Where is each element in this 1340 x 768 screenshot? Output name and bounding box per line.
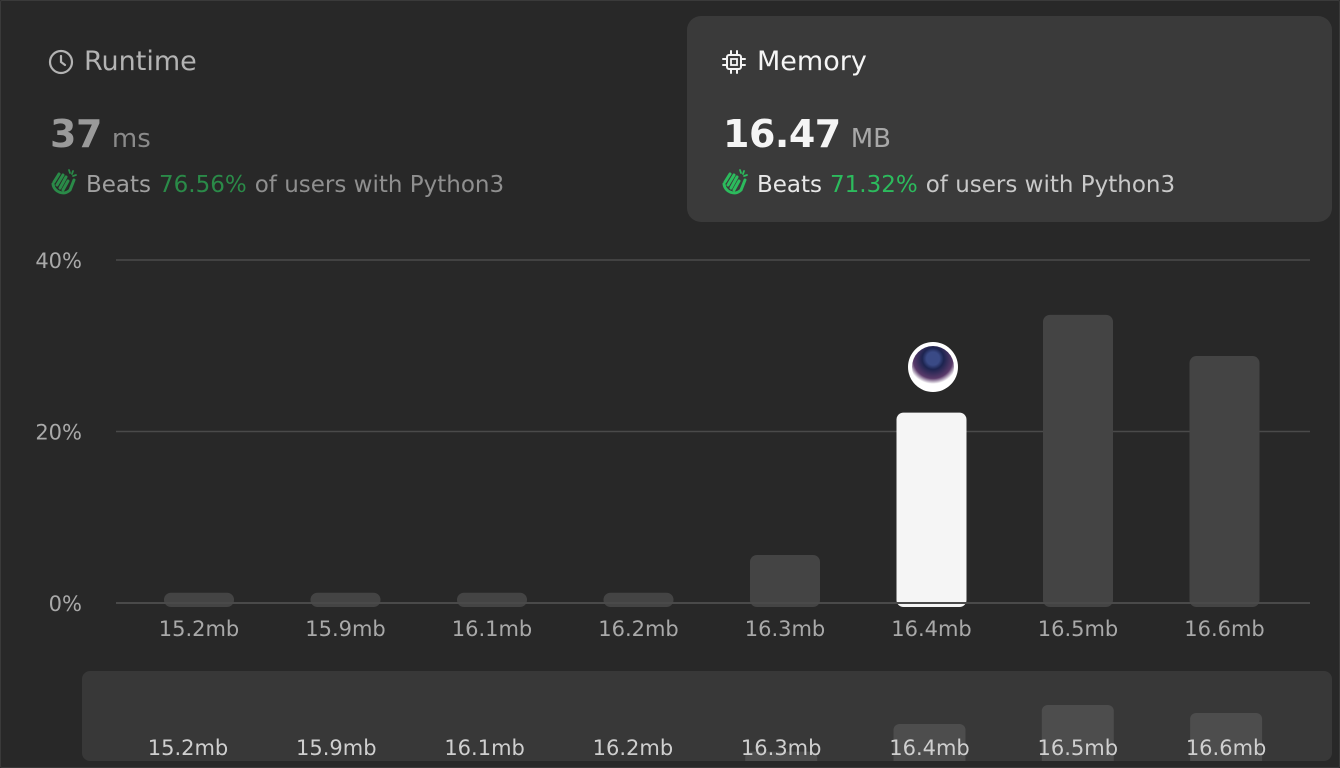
runtime-title-label: Runtime <box>84 46 197 77</box>
bar <box>603 592 674 607</box>
clap-icon <box>719 168 749 202</box>
x-tick-label: 15.2mb <box>159 617 240 641</box>
runtime-beats-percent: 76.56% <box>159 172 247 198</box>
x-tick-label: 16.4mb <box>891 617 972 641</box>
avatar-image <box>912 346 954 388</box>
user-avatar[interactable] <box>908 342 958 392</box>
runtime-beats: Beats 76.56% of users with Python3 <box>48 168 504 202</box>
memory-beats-percent: 71.32% <box>830 172 918 198</box>
x-tick-label: 16.1mb <box>452 617 533 641</box>
overview-svg: 15.2mb 15.9mb 16.1mb 16.2mb 16.3mb 16.4mb 16.5… <box>148 705 1267 761</box>
bar <box>310 592 381 607</box>
chart-svg: 0% 20% 40% 15.2mb 15.9mb 16.1mb 16.2mb 16.3mb 16… <box>35 249 1310 641</box>
y-tick-label: 20% <box>35 421 82 445</box>
overview-tick-label: 16.1mb <box>444 736 525 760</box>
runtime-value: 37 <box>50 112 102 156</box>
x-tick-label: 16.6mb <box>1184 617 1265 641</box>
bar <box>750 554 820 607</box>
y-tick-label: 0% <box>49 592 82 616</box>
y-tick-label: 40% <box>35 249 82 273</box>
overview-tick-label: 16.6mb <box>1186 736 1267 760</box>
memory-beats: Beats 71.32% of users with Python3 <box>719 168 1175 202</box>
memory-beats-label: Beats <box>757 172 823 198</box>
runtime-unit: ms <box>111 124 151 154</box>
memory-card[interactable]: Memory 16.47 MB Beats 71.32% of users wi… <box>687 16 1332 222</box>
x-tick-label: 16.5mb <box>1038 617 1119 641</box>
bar <box>1189 356 1260 607</box>
overview-tick-label: 15.9mb <box>296 736 377 760</box>
memory-title: Memory <box>721 46 867 77</box>
overview-tick-label: 16.3mb <box>741 736 822 760</box>
overview-tick-label: 16.4mb <box>889 736 970 760</box>
overview-tick-label: 15.2mb <box>148 736 229 760</box>
runtime-beats-label: Beats <box>86 172 152 198</box>
overview-tick-label: 16.2mb <box>593 736 674 760</box>
memory-beats-suffix: of users with Python3 <box>925 172 1176 198</box>
memory-value-row: 16.47 MB <box>723 112 891 156</box>
clap-icon <box>48 168 78 202</box>
runtime-beats-suffix: of users with Python3 <box>254 172 505 198</box>
memory-value: 16.47 <box>723 112 841 156</box>
bar-highlighted <box>896 412 967 607</box>
bar <box>457 592 527 607</box>
bar <box>164 592 234 607</box>
x-tick-label: 15.9mb <box>305 617 386 641</box>
runtime-title: Runtime <box>48 46 197 77</box>
memory-distribution-chart: 0% 20% 40% 15.2mb 15.9mb 16.1mb 16.2mb 16.3mb 16… <box>0 240 1340 660</box>
clock-icon <box>48 49 74 75</box>
bar <box>1043 314 1113 607</box>
overview-tick-label: 16.5mb <box>1038 736 1119 760</box>
runtime-card[interactable]: Runtime 37 ms Beats 76.56% of users with… <box>8 16 678 222</box>
x-tick-label: 16.3mb <box>745 617 826 641</box>
x-tick-label: 16.2mb <box>598 617 679 641</box>
chip-icon <box>721 49 747 75</box>
memory-title-label: Memory <box>757 46 867 77</box>
chart-overview-strip[interactable]: 15.2mb 15.9mb 16.1mb 16.2mb 16.3mb 16.4mb 16.5… <box>82 671 1332 761</box>
memory-unit: MB <box>850 124 891 154</box>
runtime-value-row: 37 ms <box>50 112 151 156</box>
